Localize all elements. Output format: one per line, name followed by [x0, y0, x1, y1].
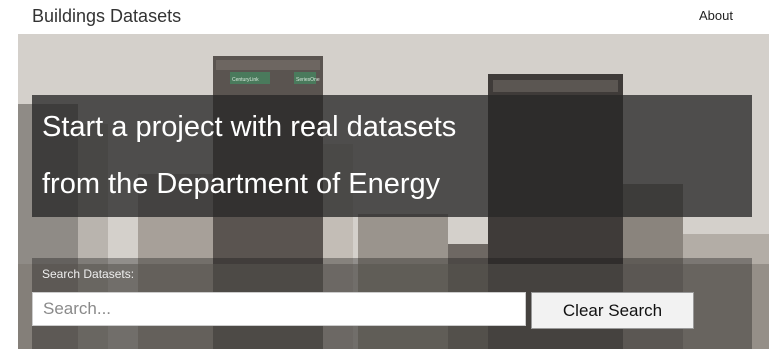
hero-banner: CenturyLink SeriesOne Start a project wi… [18, 34, 769, 349]
search-panel: Search Datasets: Clear Search [32, 258, 752, 349]
headline-line-1: Start a project with real datasets [42, 111, 457, 143]
sign-seriesone: SeriesOne [296, 77, 320, 83]
clear-search-button[interactable]: Clear Search [531, 292, 694, 329]
brand-link[interactable]: Buildings Datasets [32, 5, 181, 27]
nav-about-link[interactable]: About [699, 8, 733, 24]
search-input[interactable] [32, 292, 526, 326]
headline-line-2: from the Department of Energy [42, 168, 441, 200]
headline-panel: Start a project with real datasets from … [32, 95, 752, 217]
search-label: Search Datasets: [42, 267, 135, 281]
sign-centurylink: CenturyLink [232, 77, 259, 83]
navbar: Buildings Datasets About [0, 0, 769, 34]
